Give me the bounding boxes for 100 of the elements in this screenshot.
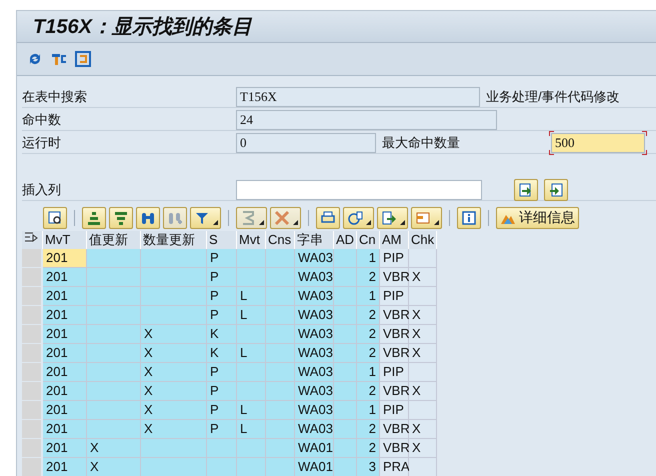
table-cell: 201 <box>43 401 87 420</box>
field-label: 命中数 <box>22 109 236 131</box>
caret-icon <box>259 220 264 225</box>
table-cell: L <box>237 420 266 439</box>
sort-descending-icon <box>113 210 129 226</box>
find-button[interactable] <box>136 207 160 229</box>
table-cell: 201 <box>43 306 87 325</box>
table-cell: WA03 <box>295 306 334 325</box>
table-cell: 2 <box>357 344 380 363</box>
table-cell: WA03 <box>295 325 334 344</box>
table-cell: P <box>207 382 237 401</box>
table-cell: X <box>409 382 437 401</box>
caret-icon <box>434 220 439 225</box>
table-cell: X <box>409 439 437 458</box>
table-cell: X <box>141 401 207 420</box>
exit-button[interactable] <box>74 50 92 68</box>
export-button[interactable] <box>377 207 408 229</box>
table-cell: 1 <box>357 287 380 306</box>
select-all-icon[interactable] <box>22 231 43 249</box>
table-cell: 1 <box>357 363 380 382</box>
detail-text-button[interactable]: 详细信息 <box>496 207 579 229</box>
insert-column-field[interactable] <box>236 180 482 200</box>
caret-icon <box>213 220 218 225</box>
table-cell: X <box>409 420 437 439</box>
value-field[interactable]: 0 <box>236 132 376 152</box>
column-header[interactable]: AD <box>334 231 357 249</box>
insert-column-button[interactable] <box>514 178 538 200</box>
table-cell: X <box>141 382 207 401</box>
table-cell: 201 <box>43 287 87 306</box>
table-cell: PIP <box>380 249 409 268</box>
table-cell: 201 <box>43 458 87 476</box>
column-header[interactable]: Cns <box>266 231 295 249</box>
views-icon <box>347 210 363 226</box>
binoculars-plus-icon <box>167 210 183 226</box>
table-cell: 2 <box>357 420 380 439</box>
column-header[interactable]: 数量更新 <box>141 231 207 249</box>
table-cell: WA03 <box>295 344 334 363</box>
window-title: T156X：显示找到的条目 <box>33 15 252 40</box>
table-cell: 1 <box>357 401 380 420</box>
table-cell: VBR <box>380 268 409 287</box>
column-header[interactable]: S <box>207 231 237 249</box>
table-cell: 3 <box>357 458 380 476</box>
max-hits-field[interactable]: 500 <box>548 130 648 156</box>
table-cell: P <box>207 401 237 420</box>
insert-column-button[interactable] <box>544 178 568 200</box>
column-header[interactable]: AM <box>380 231 409 249</box>
details-icon <box>47 210 63 226</box>
field-label: 最大命中数量 <box>382 134 460 152</box>
column-header[interactable]: 值更新 <box>87 231 141 249</box>
refresh-icon <box>27 51 43 67</box>
table-cell: L <box>237 306 266 325</box>
table-cell: X <box>87 439 141 458</box>
table-cell: VBR <box>380 439 409 458</box>
table-cell: 2 <box>357 268 380 287</box>
table-cell: 2 <box>357 439 380 458</box>
sort-ascending-icon <box>86 210 102 226</box>
caret-icon <box>400 220 405 225</box>
views-button[interactable] <box>343 207 374 229</box>
details-button[interactable] <box>43 207 67 229</box>
table-cell: 2 <box>357 382 380 401</box>
table-cell: PIP <box>380 287 409 306</box>
field-label: 在表中搜索 <box>22 86 236 108</box>
info-button[interactable] <box>457 207 481 229</box>
column-header[interactable]: MvT <box>43 231 87 249</box>
table-cell: 201 <box>43 325 87 344</box>
layout-button[interactable] <box>411 207 442 229</box>
cross-icon <box>274 210 290 226</box>
column-header[interactable]: Cn <box>357 231 380 249</box>
caret-icon <box>293 220 298 225</box>
field-label: 运行时 <box>22 132 236 154</box>
table-cell: P <box>207 306 237 325</box>
field-label: 插入列 <box>22 179 236 201</box>
table-cell: X <box>409 325 437 344</box>
table-cell: WA03 <box>295 249 334 268</box>
table-cell: X <box>409 344 437 363</box>
table-cell: VBR <box>380 420 409 439</box>
sort-asc-button[interactable] <box>82 207 106 229</box>
table-cell: P <box>207 287 237 306</box>
column-header[interactable]: 字串 <box>295 231 334 249</box>
insert-column-icon <box>518 182 534 198</box>
sort-desc-button[interactable] <box>109 207 133 229</box>
table-cell: 201 <box>43 363 87 382</box>
table-cell: X <box>141 325 207 344</box>
table-cell: PIP <box>380 401 409 420</box>
table-cell: VBR <box>380 325 409 344</box>
table-cell: VBR <box>380 382 409 401</box>
column-header[interactable]: Chk <box>409 231 437 249</box>
table-cell: 201 <box>43 344 87 363</box>
table-cell: X <box>141 420 207 439</box>
filter-button[interactable] <box>190 207 221 229</box>
print-button[interactable] <box>316 207 340 229</box>
value-field[interactable]: 24 <box>236 110 497 130</box>
table-cell: 201 <box>43 382 87 401</box>
table-cell: WA03 <box>295 268 334 287</box>
table-cell: PIP <box>380 363 409 382</box>
table-cell: P <box>207 249 237 268</box>
value-field[interactable]: T156X <box>236 86 480 106</box>
table-cell: K <box>207 344 237 363</box>
column-header[interactable]: Mvt <box>237 231 266 249</box>
table-cell: P <box>207 363 237 382</box>
